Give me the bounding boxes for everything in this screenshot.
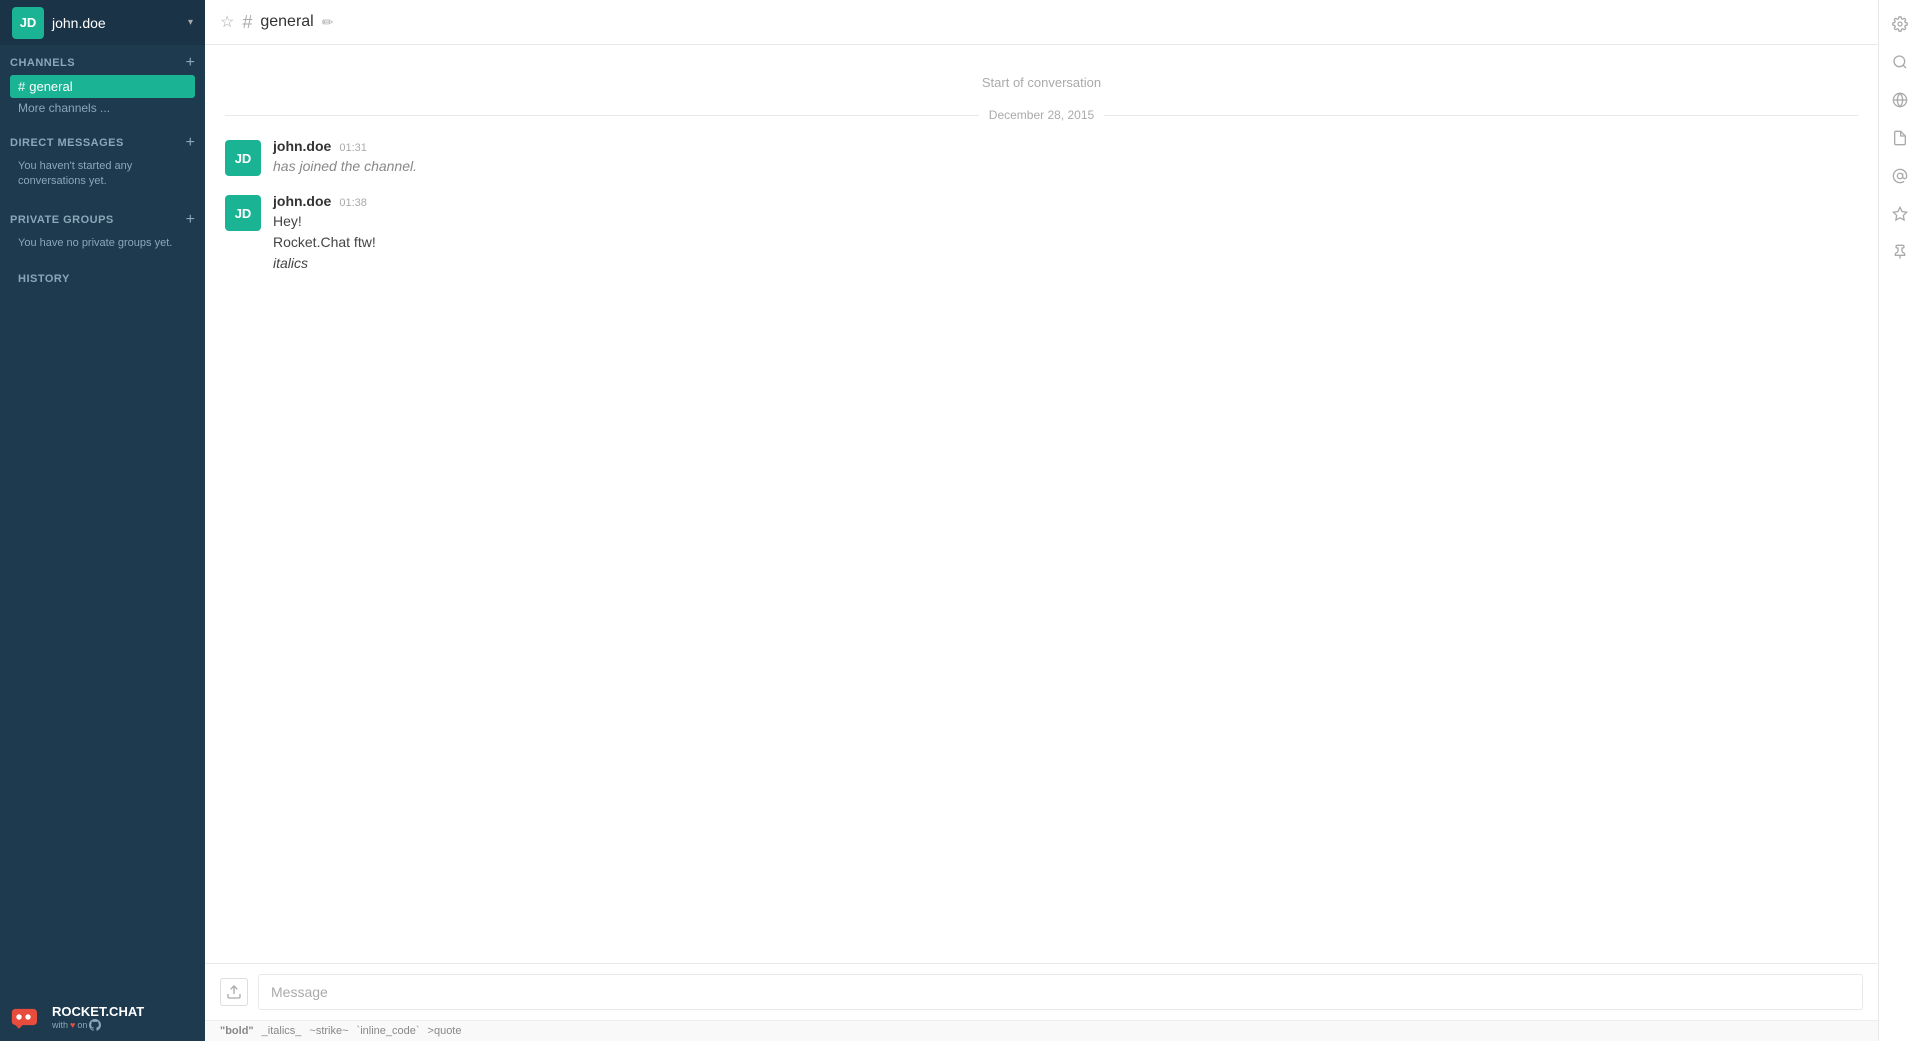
- message-username: john.doe: [273, 193, 331, 209]
- date-divider: December 28, 2015: [205, 100, 1878, 130]
- avatar: JD: [225, 195, 261, 231]
- attachment-button[interactable]: [220, 978, 248, 1006]
- main-content: ☆ # general ✏ Start of conversation Dece…: [205, 0, 1878, 1041]
- message-header: john.doe 01:38: [273, 193, 1858, 209]
- date-divider-line-left: [225, 115, 979, 116]
- more-channels-link[interactable]: More channels ...: [10, 99, 195, 121]
- message-username: john.doe: [273, 138, 331, 154]
- gear-icon: [1892, 16, 1908, 32]
- search-icon: [1892, 54, 1908, 70]
- pin-icon: [1892, 244, 1908, 260]
- format-hint-bold: "bold": [220, 1025, 254, 1037]
- channel-name-top: general: [260, 13, 313, 31]
- direct-messages-section: DIRECT MESSAGES + You haven't started an…: [0, 125, 205, 202]
- at-icon: [1892, 168, 1908, 184]
- favorite-icon[interactable]: ☆: [220, 12, 234, 32]
- format-hints-bar: "bold" _italics_ ~strike~ `inline_code` …: [205, 1020, 1878, 1041]
- message-content: john.doe 01:38 Hey! Rocket.Chat ftw! ita…: [273, 193, 1858, 274]
- format-hint-quote: >quote: [428, 1025, 462, 1037]
- avatar: JD: [12, 7, 44, 39]
- message-text: has joined the channel.: [273, 156, 1858, 177]
- message-line-1: Hey!: [273, 211, 1858, 232]
- message-line-3: italics: [273, 253, 1858, 274]
- format-hint-italics: _italics_: [262, 1025, 302, 1037]
- hash-icon: #: [18, 79, 25, 94]
- dm-empty-text: You haven't started any conversations ye…: [10, 155, 195, 198]
- sidebar: JD john.doe ▾ CHANNELS + # general More …: [0, 0, 205, 1041]
- sidebar-item-history[interactable]: HISTORY: [0, 263, 205, 289]
- gear-icon-btn[interactable]: [1884, 8, 1916, 40]
- private-groups-section: PRIVATE GROUPS + You have no private gro…: [0, 202, 205, 263]
- message-input-area: [205, 963, 1878, 1020]
- sidebar-user-header[interactable]: JD john.doe ▾: [0, 0, 205, 45]
- channels-section-header: CHANNELS +: [10, 55, 195, 71]
- rocket-chat-logo: ROCKET.CHAT with ♥ on: [10, 1003, 144, 1031]
- add-dm-button[interactable]: +: [186, 135, 195, 151]
- sidebar-item-general[interactable]: # general: [10, 75, 195, 98]
- file-icon-btn[interactable]: [1884, 122, 1916, 154]
- dm-section-header: DIRECT MESSAGES +: [10, 135, 195, 151]
- chat-area: Start of conversation December 28, 2015 …: [205, 45, 1878, 963]
- message-header: john.doe 01:31: [273, 138, 1858, 154]
- groups-empty-text: You have no private groups yet.: [10, 232, 195, 259]
- rocket-chat-icon: [10, 1003, 46, 1031]
- message-row: JD john.doe 01:38 Hey! Rocket.Chat ftw! …: [205, 185, 1878, 282]
- format-hint-strike: ~strike~: [309, 1025, 348, 1037]
- add-channel-button[interactable]: +: [186, 55, 195, 71]
- star-icon-btn[interactable]: [1884, 198, 1916, 230]
- message-time: 01:31: [339, 142, 367, 154]
- at-icon-btn[interactable]: [1884, 160, 1916, 192]
- sidebar-username: john.doe: [52, 15, 188, 31]
- file-icon: [1892, 130, 1908, 146]
- groups-section-header: PRIVATE GROUPS +: [10, 212, 195, 228]
- heart-icon: ♥: [70, 1020, 75, 1030]
- channels-title: CHANNELS: [10, 57, 75, 69]
- add-group-button[interactable]: +: [186, 212, 195, 228]
- start-of-conversation: Start of conversation: [205, 45, 1878, 100]
- channels-section: CHANNELS + # general More channels ...: [0, 45, 205, 125]
- message-input[interactable]: [258, 974, 1863, 1010]
- search-icon-btn[interactable]: [1884, 46, 1916, 78]
- dm-title: DIRECT MESSAGES: [10, 137, 124, 149]
- right-sidebar: [1878, 0, 1920, 1041]
- channel-hash-icon: #: [242, 12, 252, 33]
- topbar: ☆ # general ✏: [205, 0, 1878, 45]
- pin-icon-btn[interactable]: [1884, 236, 1916, 268]
- rocket-chat-sub: with ♥ on: [52, 1019, 144, 1031]
- upload-icon: [226, 984, 242, 1000]
- avatar: JD: [225, 140, 261, 176]
- globe-icon: [1892, 92, 1908, 108]
- message-content: john.doe 01:31 has joined the channel.: [273, 138, 1858, 177]
- star-icon: [1892, 206, 1908, 222]
- chevron-down-icon: ▾: [188, 17, 193, 28]
- groups-title: PRIVATE GROUPS: [10, 214, 114, 226]
- date-divider-text: December 28, 2015: [989, 108, 1094, 122]
- message-row: JD john.doe 01:31 has joined the channel…: [205, 130, 1878, 185]
- globe-icon-btn[interactable]: [1884, 84, 1916, 116]
- message-time: 01:38: [339, 197, 367, 209]
- rocket-chat-name: ROCKET.CHAT: [52, 1004, 144, 1019]
- edit-channel-icon[interactable]: ✏: [322, 14, 334, 31]
- sidebar-footer: ROCKET.CHAT with ♥ on: [0, 993, 205, 1041]
- channel-name: general: [29, 79, 72, 94]
- format-hint-inline-code: `inline_code`: [357, 1025, 420, 1037]
- github-icon: [89, 1019, 101, 1031]
- date-divider-line-right: [1104, 115, 1858, 116]
- message-line-2: Rocket.Chat ftw!: [273, 232, 1858, 253]
